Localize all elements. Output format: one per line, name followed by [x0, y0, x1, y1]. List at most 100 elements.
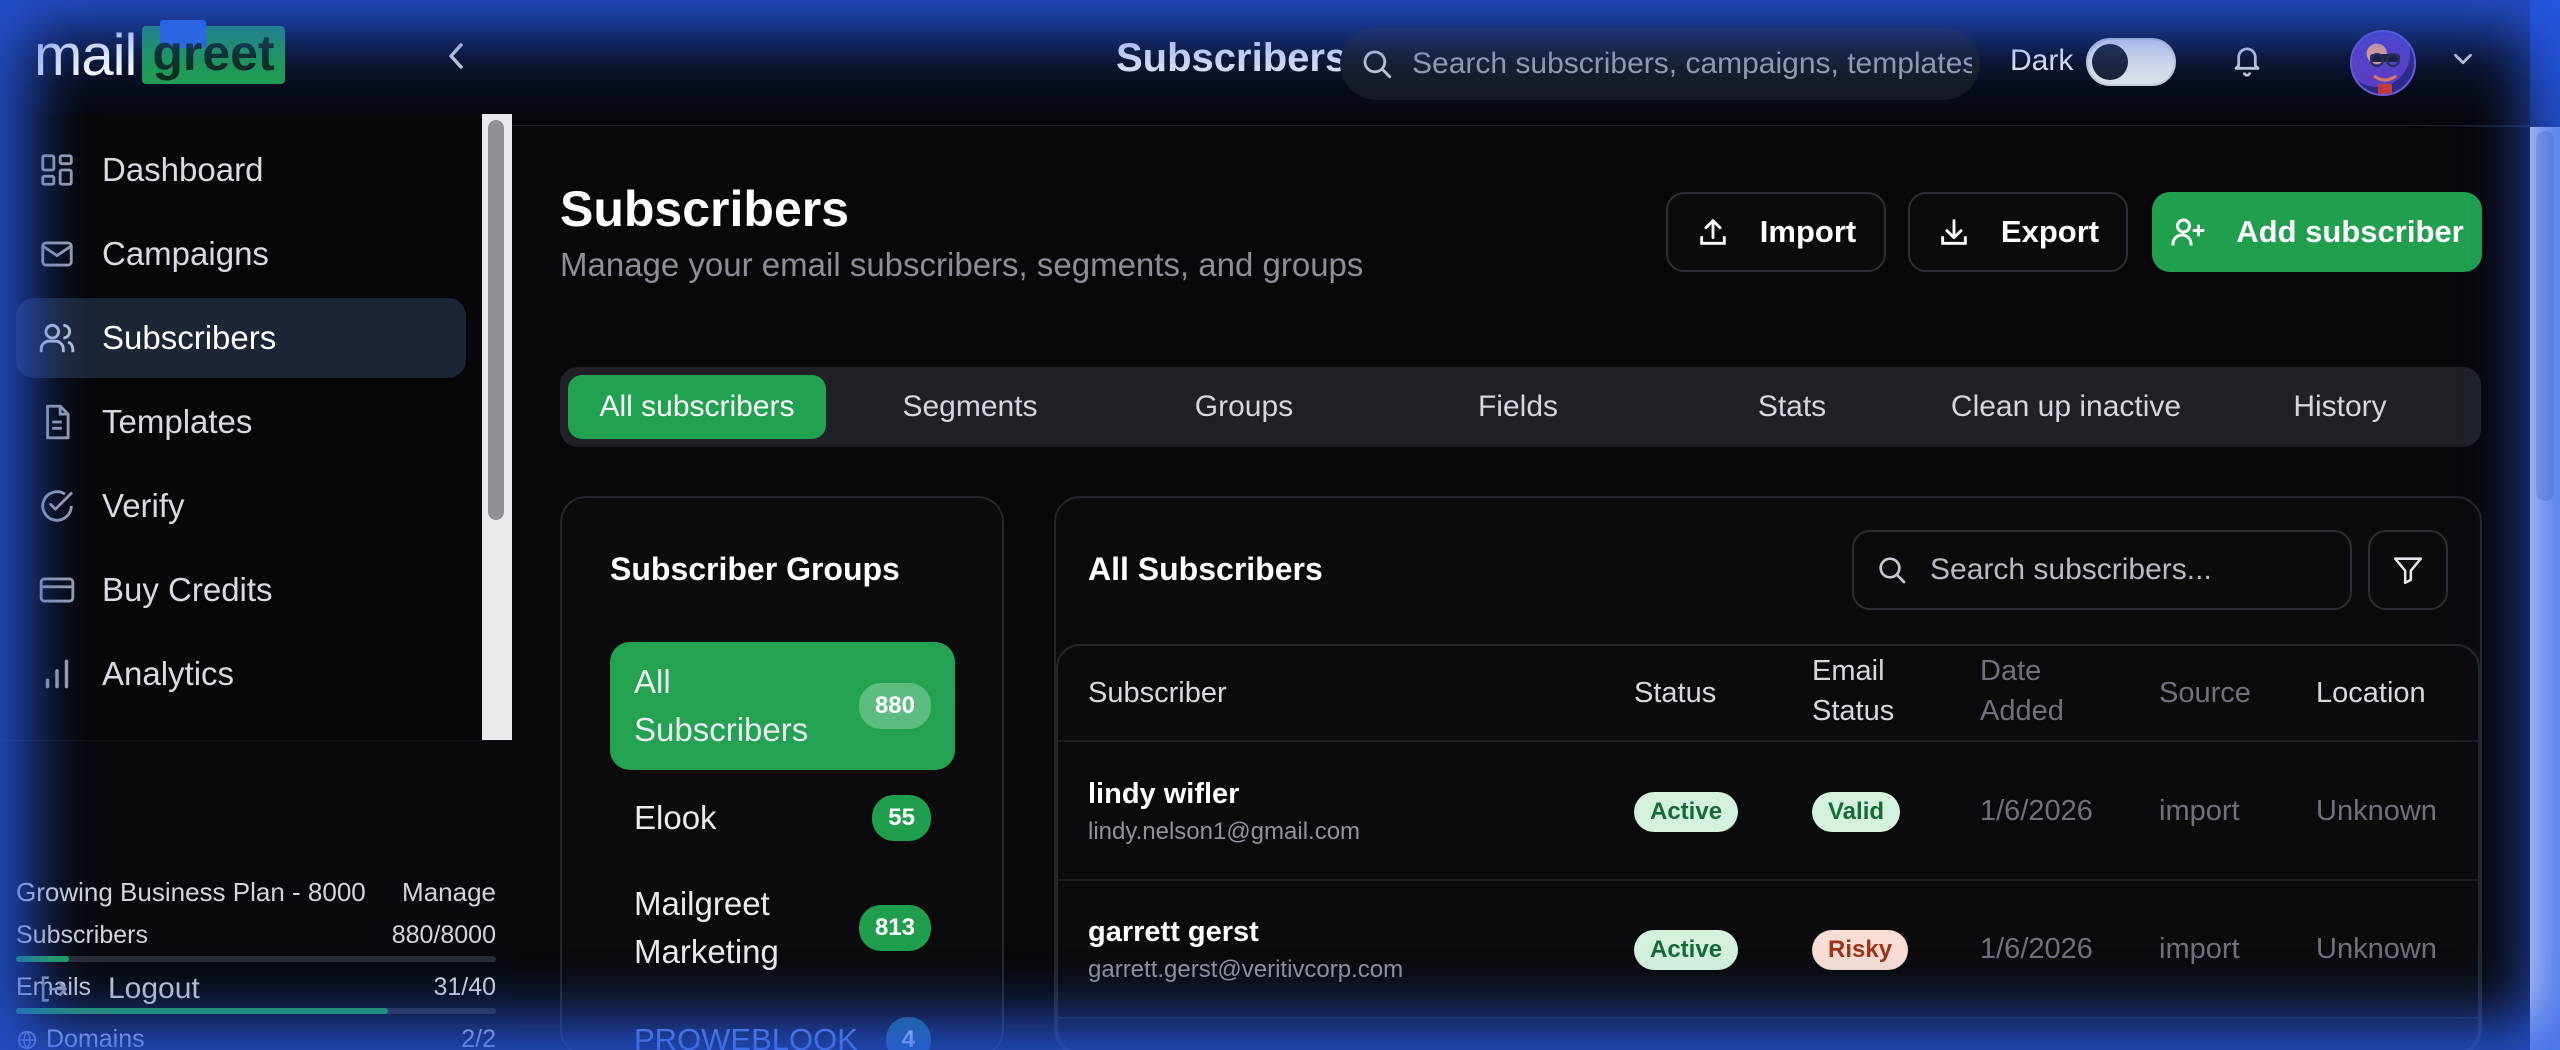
- notifications-button[interactable]: [2230, 42, 2264, 83]
- date-added-cell: 1/6/2026: [1980, 933, 2093, 965]
- mailgreet-logo[interactable]: mail greet: [34, 20, 285, 88]
- toggle-knob: [2092, 44, 2128, 80]
- logout-button[interactable]: Logout: [36, 972, 200, 1006]
- subscriber-email: garrett.gerst@veritivcorp.com: [1088, 956, 1404, 983]
- subscribers-usage-value: 880/8000: [391, 921, 496, 949]
- add-subscriber-label: Add subscriber: [2236, 214, 2464, 249]
- sidebar-item-analytics[interactable]: Analytics: [16, 634, 466, 714]
- page-scrollbar[interactable]: [2530, 127, 2560, 1050]
- status-badge: Active: [1634, 930, 1739, 970]
- add-subscriber-button[interactable]: Add subscriber: [2152, 192, 2482, 272]
- tab-fields[interactable]: Fields: [1390, 375, 1646, 439]
- globe-icon: [17, 1030, 37, 1049]
- column-header-location[interactable]: Location: [2316, 674, 2426, 714]
- group-name: Mailgreet Marketing: [634, 885, 779, 970]
- tab-history[interactable]: History: [2212, 375, 2468, 439]
- email-status-badge: Valid: [1812, 792, 1901, 832]
- subscribers-table: [1056, 644, 2480, 1050]
- manage-plan-link[interactable]: Manage: [402, 877, 496, 908]
- subscribers-search[interactable]: [1852, 530, 2352, 610]
- table-row-divider: [1058, 1017, 2478, 1019]
- subscriber-email: lindy.nelson1@gmail.com: [1088, 818, 1361, 845]
- table-header-divider: [1058, 740, 2478, 742]
- account-menu-button[interactable]: [2448, 44, 2478, 79]
- group-all-subscribers[interactable]: All Subscribers 880: [610, 642, 955, 770]
- page-subtitle: Manage your email subscribers, segments,…: [560, 246, 1364, 283]
- page-title: Subscribers: [560, 181, 850, 237]
- domains-usage-label-wrap: Domains: [16, 1025, 145, 1050]
- group-count-badge: 4: [885, 1016, 931, 1050]
- upload-icon: [1700, 219, 1726, 245]
- sidebar-scroll-thumb[interactable]: [488, 120, 504, 520]
- plan-name-row: Growing Business Plan - 8000 Manage: [16, 877, 496, 908]
- tab-all-subscribers[interactable]: All subscribers: [568, 375, 826, 439]
- dark-mode-label: Dark: [2010, 44, 2074, 77]
- subscriber-name[interactable]: garrett gerst: [1088, 916, 1259, 949]
- column-header-email-status[interactable]: Email Status: [1812, 652, 1932, 731]
- sidebar-item-label: Campaigns: [102, 235, 269, 272]
- email-status-badge: Risky: [1812, 930, 1909, 970]
- sidebar-item-subscribers[interactable]: Subscribers: [16, 298, 466, 378]
- tab-groups[interactable]: Groups: [1116, 375, 1372, 439]
- check-circle-icon: [41, 490, 73, 522]
- global-search-input[interactable]: [1412, 47, 1972, 81]
- group-count-badge: 880: [858, 682, 931, 730]
- group-count-badge: 55: [872, 794, 931, 842]
- dark-mode-toggle[interactable]: [2086, 38, 2176, 86]
- column-header-source[interactable]: Source: [2159, 674, 2251, 714]
- subscriber-tabs: All subscribers Segments Groups Fields S…: [560, 367, 2481, 447]
- sidebar-item-label: Analytics: [102, 655, 235, 692]
- page-scroll-thumb[interactable]: [2536, 131, 2554, 501]
- date-added-cell: 1/6/2026: [1980, 795, 2093, 827]
- sidebar-item-label: Subscribers: [102, 319, 277, 356]
- subscribers-usage-fill: [16, 956, 69, 962]
- subscribers-usage-bar: [16, 956, 496, 962]
- collapse-sidebar-button[interactable]: [440, 36, 472, 76]
- logout-icon: [41, 976, 68, 1002]
- group-count-badge: 813: [858, 904, 931, 952]
- document-icon: [46, 404, 70, 440]
- sidebar-item-buy-credits[interactable]: Buy Credits: [16, 550, 466, 630]
- sidebar-scrollbar[interactable]: [482, 114, 512, 740]
- global-search[interactable]: [1340, 28, 1980, 100]
- group-elook[interactable]: Elook 55: [610, 782, 955, 854]
- tab-segments[interactable]: Segments: [842, 375, 1098, 439]
- emails-usage-fill: [16, 1008, 388, 1014]
- sidebar-item-campaigns[interactable]: Campaigns: [16, 214, 466, 294]
- subscriber-name[interactable]: lindy wifler: [1088, 778, 1239, 811]
- sidebar-item-label: Buy Credits: [102, 571, 273, 608]
- subscribers-search-input[interactable]: [1930, 553, 2330, 587]
- subscribers-table-title: All Subscribers: [1088, 551, 1323, 587]
- users-icon: [39, 323, 75, 353]
- group-proweblook[interactable]: PROWEBLOOK 4: [610, 1012, 955, 1050]
- export-button[interactable]: Export: [1908, 192, 2128, 272]
- header-title: Subscribers: [1116, 36, 1348, 80]
- filter-icon: [2393, 557, 2423, 585]
- tab-stats[interactable]: Stats: [1664, 375, 1920, 439]
- source-cell: import: [2159, 795, 2240, 827]
- plan-name: Growing Business Plan - 8000: [16, 877, 366, 907]
- sidebar-item-verify[interactable]: Verify: [16, 466, 466, 546]
- sidebar-item-label: Verify: [102, 487, 185, 524]
- sidebar-item-templates[interactable]: Templates: [16, 382, 466, 462]
- group-mailgreet-marketing[interactable]: Mailgreet Marketing 813: [610, 864, 955, 992]
- top-bar: mail greet Subscribers Dark: [0, 0, 2530, 126]
- filter-button[interactable]: [2368, 530, 2448, 610]
- emails-usage-value: 31/40: [433, 973, 496, 1001]
- mail-icon: [41, 241, 73, 267]
- sidebar-item-label: Dashboard: [102, 151, 264, 188]
- group-name: Elook: [634, 799, 717, 837]
- emails-usage-bar: [16, 1008, 496, 1014]
- tab-clean-up-inactive[interactable]: Clean up inactive: [1938, 375, 2194, 439]
- domains-usage-label: Domains: [46, 1025, 145, 1050]
- column-header-subscriber[interactable]: Subscriber: [1088, 674, 1227, 714]
- sidebar-item-dashboard[interactable]: Dashboard: [16, 130, 466, 210]
- column-header-status[interactable]: Status: [1634, 674, 1716, 714]
- import-button[interactable]: Import: [1666, 192, 1886, 272]
- credit-card-icon: [39, 577, 75, 603]
- subscriber-groups-title: Subscriber Groups: [610, 551, 900, 587]
- column-header-date-added[interactable]: Date Added: [1980, 652, 2090, 731]
- source-cell: import: [2159, 933, 2240, 965]
- sidebar-item-label: Templates: [102, 403, 253, 440]
- user-avatar[interactable]: [2350, 30, 2416, 96]
